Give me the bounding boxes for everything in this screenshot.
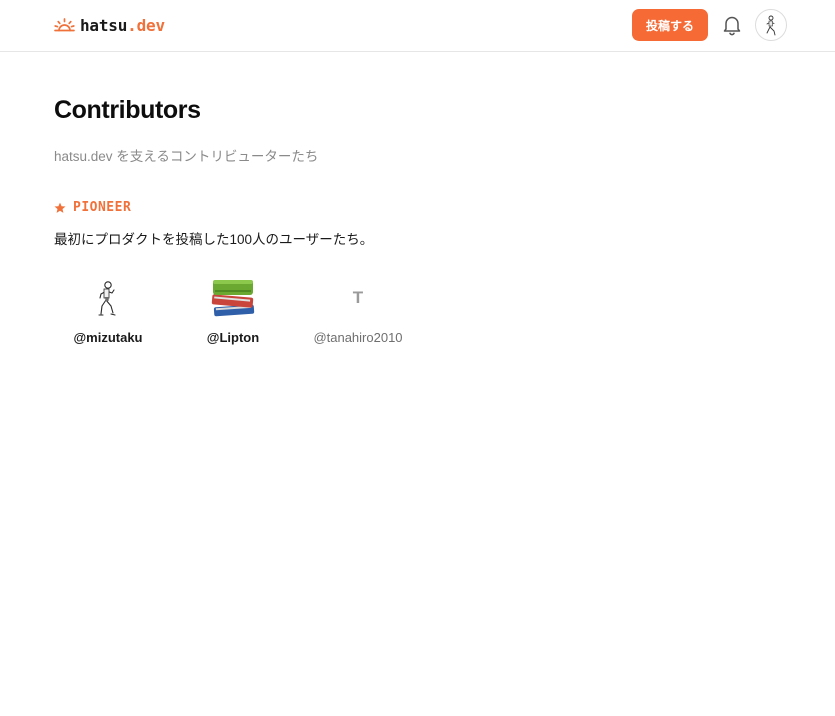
logo-text-dot: .	[127, 15, 137, 35]
logo-text-hatsu: hatsu	[80, 15, 128, 35]
notifications-button[interactable]	[722, 14, 742, 36]
contributor-avatar	[208, 273, 258, 323]
page-subtitle: hatsu.dev を支えるコントリビューターたち	[54, 149, 319, 164]
site-logo[interactable]: hatsu.dev	[54, 14, 165, 36]
bell-icon	[723, 16, 741, 36]
contributor-card[interactable]: T @tanahiro2010	[303, 273, 413, 345]
section-description: 最初にプロダクトを投稿した100人のユーザーたち。	[54, 232, 374, 247]
post-button[interactable]: 投稿する	[632, 9, 708, 41]
sunrise-icon	[54, 18, 75, 32]
books-illustration-icon	[211, 280, 255, 317]
star-icon	[54, 202, 66, 213]
contributor-handle: @Lipton	[206, 330, 260, 345]
runner-illustration-icon	[766, 15, 776, 36]
runner-illustration-icon	[98, 281, 116, 316]
contributor-handle: @tanahiro2010	[313, 330, 403, 345]
user-avatar[interactable]	[755, 9, 787, 41]
section-label: PIONEER	[73, 200, 132, 215]
section-heading: PIONEER	[54, 200, 131, 215]
page-title: Contributors	[54, 96, 201, 124]
contributor-avatar: T	[333, 273, 383, 323]
contributor-avatar	[83, 273, 133, 323]
contributor-card[interactable]: @Lipton	[178, 273, 288, 345]
contributor-handle: @mizutaku	[73, 330, 143, 345]
top-bar: hatsu.dev 投稿する	[0, 0, 835, 52]
logo-wordmark: hatsu.dev	[80, 16, 165, 35]
contributor-card[interactable]: @mizutaku	[53, 273, 163, 345]
avatar-initial: T	[352, 288, 364, 307]
logo-text-dev: dev	[136, 15, 166, 35]
